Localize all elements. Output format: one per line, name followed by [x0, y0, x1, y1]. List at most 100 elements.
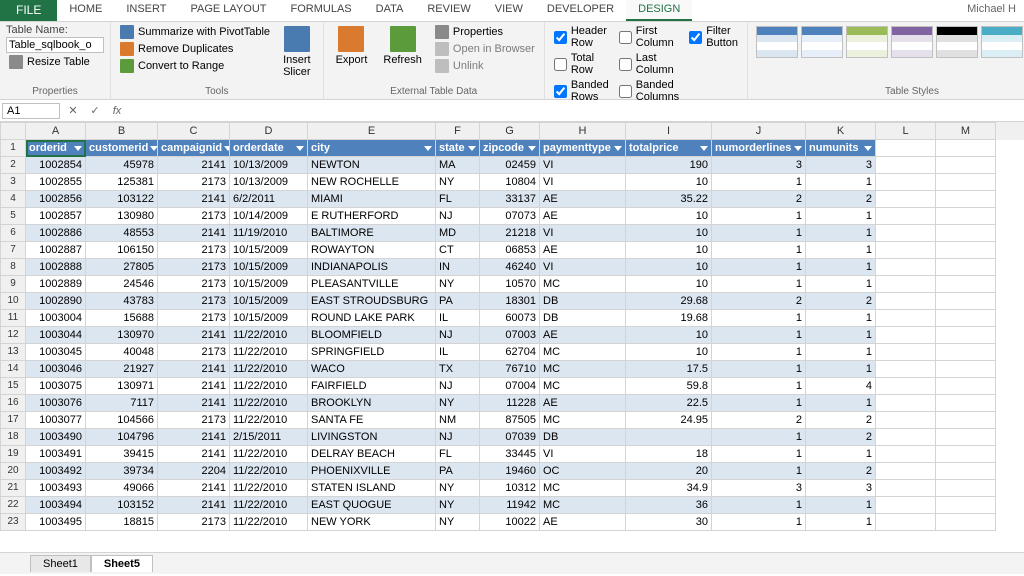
table-cell[interactable]: 11/22/2010	[230, 327, 308, 344]
table-cell[interactable]: WACO	[308, 361, 436, 378]
table-cell[interactable]: 2	[712, 412, 806, 429]
table-cell[interactable]: 130970	[86, 327, 158, 344]
table-cell[interactable]: 4	[806, 378, 876, 395]
table-cell[interactable]: 1	[712, 514, 806, 531]
row-header[interactable]: 22	[0, 497, 26, 514]
column-header[interactable]: G	[480, 122, 540, 140]
table-cell[interactable]: 2173	[158, 276, 230, 293]
table-cell[interactable]: 11/22/2010	[230, 480, 308, 497]
table-cell[interactable]: MC	[540, 497, 626, 514]
table-cell[interactable]: 36	[626, 497, 712, 514]
table-cell[interactable]: 2141	[158, 191, 230, 208]
table-cell[interactable]: 1	[806, 310, 876, 327]
table-cell[interactable]: 2	[806, 293, 876, 310]
table-cell[interactable]: 1	[712, 378, 806, 395]
table-cell[interactable]: ROWAYTON	[308, 242, 436, 259]
table-cell[interactable]: 1	[806, 276, 876, 293]
formula-input[interactable]	[130, 104, 1022, 118]
banded-cols-check[interactable]: Banded Columns	[616, 78, 682, 104]
table-cell[interactable]: 33445	[480, 446, 540, 463]
table-cell[interactable]: 1	[806, 174, 876, 191]
banded-rows-check[interactable]: Banded Rows	[551, 78, 612, 104]
enter-icon[interactable]: ✓	[86, 104, 104, 117]
table-cell[interactable]: IN	[436, 259, 480, 276]
style-swatch[interactable]	[891, 26, 933, 58]
table-cell[interactable]: 29.68	[626, 293, 712, 310]
table-cell[interactable]: EAST STROUDSBURG	[308, 293, 436, 310]
table-cell[interactable]: 2141	[158, 327, 230, 344]
table-cell[interactable]: AE	[540, 242, 626, 259]
table-cell[interactable]: 2141	[158, 361, 230, 378]
column-header[interactable]: L	[876, 122, 936, 140]
table-cell[interactable]: 34.9	[626, 480, 712, 497]
table-cell[interactable]: DELRAY BEACH	[308, 446, 436, 463]
table-cell[interactable]: FL	[436, 446, 480, 463]
tab-view[interactable]: VIEW	[483, 0, 535, 21]
table-cell[interactable]: 1	[712, 208, 806, 225]
table-cell[interactable]: 24546	[86, 276, 158, 293]
table-cell[interactable]: 103122	[86, 191, 158, 208]
table-cell[interactable]: 22.5	[626, 395, 712, 412]
table-cell[interactable]: LIVINGSTON	[308, 429, 436, 446]
column-header[interactable]: F	[436, 122, 480, 140]
row-header[interactable]: 15	[0, 378, 26, 395]
filter-dropdown-icon[interactable]	[150, 146, 158, 151]
table-cell[interactable]: 39734	[86, 463, 158, 480]
table-cell[interactable]: NEW ROCHELLE	[308, 174, 436, 191]
table-cell[interactable]: 103152	[86, 497, 158, 514]
table-cell[interactable]: NJ	[436, 429, 480, 446]
table-properties-button[interactable]: Properties	[432, 24, 538, 40]
table-cell[interactable]: 10022	[480, 514, 540, 531]
table-cell[interactable]: 07003	[480, 327, 540, 344]
table-cell[interactable]: 06853	[480, 242, 540, 259]
table-cell[interactable]: NY	[436, 395, 480, 412]
table-cell[interactable]: 2173	[158, 514, 230, 531]
table-cell[interactable]: 07039	[480, 429, 540, 446]
table-cell[interactable]: 30	[626, 514, 712, 531]
table-cell[interactable]: 1003075	[26, 378, 86, 395]
table-cell[interactable]: 3	[806, 157, 876, 174]
header-row-check[interactable]: Header Row	[551, 24, 612, 50]
row-header[interactable]: 9	[0, 276, 26, 293]
table-cell[interactable]: 1002854	[26, 157, 86, 174]
row-header[interactable]: 1	[0, 140, 26, 157]
table-cell[interactable]: 11/22/2010	[230, 344, 308, 361]
table-cell[interactable]: VI	[540, 174, 626, 191]
table-cell[interactable]: EAST QUOGUE	[308, 497, 436, 514]
table-cell[interactable]: 1	[806, 446, 876, 463]
table-cell[interactable]: NY	[436, 497, 480, 514]
table-cell[interactable]: 2	[806, 429, 876, 446]
refresh-button[interactable]: Refresh	[377, 24, 428, 68]
table-cell[interactable]: 2173	[158, 174, 230, 191]
table-cell[interactable]: MC	[540, 412, 626, 429]
table-cell[interactable]: 10804	[480, 174, 540, 191]
table-cell[interactable]: 11228	[480, 395, 540, 412]
table-cell[interactable]: DB	[540, 310, 626, 327]
row-header[interactable]: 6	[0, 225, 26, 242]
row-header[interactable]: 5	[0, 208, 26, 225]
worksheet-grid[interactable]: ABCDEFGHIJKLM 1orderidcustomeridcampaign…	[0, 122, 1024, 552]
column-header[interactable]: C	[158, 122, 230, 140]
table-cell[interactable]: 40048	[86, 344, 158, 361]
table-cell[interactable]: IL	[436, 344, 480, 361]
table-header-cell[interactable]: numorderlines	[712, 140, 806, 157]
table-cell[interactable]: 21218	[480, 225, 540, 242]
table-cell[interactable]: 62704	[480, 344, 540, 361]
filter-dropdown-icon[interactable]	[74, 146, 82, 151]
table-cell[interactable]: 3	[806, 480, 876, 497]
export-button[interactable]: Export	[330, 24, 374, 68]
table-cell[interactable]: 1003494	[26, 497, 86, 514]
table-cell[interactable]: 1003491	[26, 446, 86, 463]
table-header-cell[interactable]: campaignid	[158, 140, 230, 157]
table-cell[interactable]: 11/22/2010	[230, 395, 308, 412]
row-header[interactable]: 20	[0, 463, 26, 480]
table-cell[interactable]: NM	[436, 412, 480, 429]
insert-slicer-button[interactable]: Insert Slicer	[277, 24, 317, 80]
table-cell[interactable]: BROOKLYN	[308, 395, 436, 412]
row-header[interactable]: 21	[0, 480, 26, 497]
table-cell[interactable]: PHOENIXVILLE	[308, 463, 436, 480]
table-cell[interactable]: 2173	[158, 208, 230, 225]
tab-formulas[interactable]: FORMULAS	[279, 0, 364, 21]
table-cell[interactable]: BALTIMORE	[308, 225, 436, 242]
table-cell[interactable]: PA	[436, 293, 480, 310]
